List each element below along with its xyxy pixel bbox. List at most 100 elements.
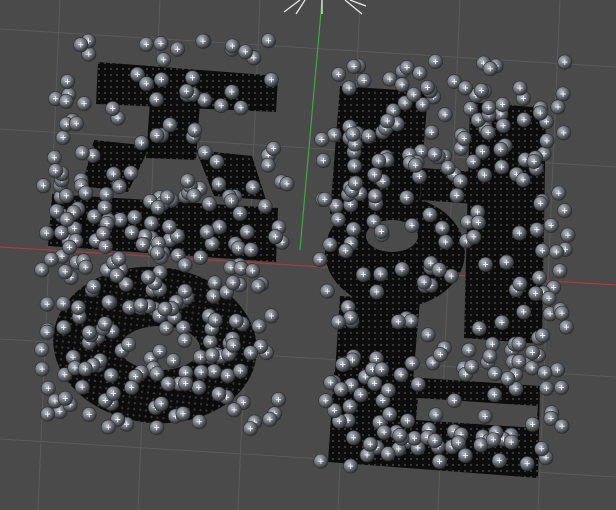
particle-sphere [410,376,426,392]
particle-sphere [503,434,519,450]
particle-sphere [555,86,571,102]
particle-sphere [534,243,550,259]
particle-sphere [330,314,346,330]
particle-sphere [245,263,261,279]
3d-viewport[interactable] [0,0,616,510]
particle-sphere [431,453,447,469]
particle-sphere [376,424,392,440]
particle-sphere [97,239,113,255]
particle-sphere [59,74,75,90]
particle-sphere [279,176,295,192]
particle-sphere [179,83,195,99]
particle-sphere [560,227,576,243]
particle-sphere [225,275,241,291]
particle-sphere [239,224,255,240]
particle-sphere [379,113,395,129]
particle-sphere [515,172,531,188]
particle-sphere [403,313,419,329]
particle-sphere [149,420,165,436]
particle-sphere [193,250,209,266]
particle-sphere [150,245,166,261]
particle-sphere [140,269,156,285]
particle-sphere [74,145,90,161]
particle-sphere [153,396,169,412]
particle-sphere [422,207,438,223]
particle-sphere [446,393,462,409]
particle-sphere [56,319,72,335]
particle-sphere [127,209,143,225]
particle-sphere [224,38,240,54]
particle-sphere [204,347,220,363]
particle-sphere [109,267,125,283]
particle-sphere [70,299,86,315]
particle-sphere [361,128,377,144]
particle-sphere [267,229,283,245]
particle-sphere [263,308,279,324]
particle-sphere [341,80,357,96]
particle-sphere [111,251,127,267]
particle-sphere [243,345,259,361]
particle-sphere [477,256,493,272]
particle-sphere [473,83,489,99]
particle-sphere [232,363,248,379]
particle-sphere [197,144,213,160]
particle-sphere [81,325,97,341]
particle-sphere [345,430,361,446]
particle-sphere [187,122,203,138]
particle-sphere [491,452,507,468]
viewport-canvas[interactable] [0,0,616,510]
particle-sphere [424,124,440,140]
particle-sphere [399,59,415,75]
particle-sphere [34,342,50,358]
particle-sphere [180,173,196,189]
particle-sphere [315,153,331,169]
particle-sphere [148,92,164,108]
particle-sphere [135,236,151,252]
particle-sphere [133,297,149,313]
particle-sphere [431,262,447,278]
particle-sphere [449,188,465,204]
particle-sphere [404,218,420,234]
particle-sphere [498,254,514,270]
particle-sphere [416,274,432,290]
particle-sphere [270,392,286,408]
particle-sphere [476,167,492,183]
particle-sphere [213,98,229,114]
particle-sphere [548,244,564,260]
particle-sphere [480,125,496,141]
particle-sphere [373,266,389,282]
particle-sphere [512,80,528,96]
particle-sphere [121,336,137,352]
particle-sphere [494,159,510,175]
particle-sphere [95,226,111,242]
particle-sphere [103,367,119,383]
particle-sphere [314,132,330,148]
particle-sphere [541,290,557,306]
particle-sphere [156,52,172,68]
particle-sphere [319,283,335,299]
particle-sphere [263,72,279,88]
particle-sphere [399,413,415,429]
particle-sphere [138,76,154,92]
particle-sphere [539,133,555,149]
particle-sphere [537,365,553,381]
particle-sphere [195,33,211,49]
particle-sphere [124,224,140,240]
sun-light-icon[interactable] [283,0,367,15]
particle-sphere [76,96,92,112]
particle-sphere [191,414,207,430]
particle-sphere [557,203,573,219]
particle-sphere [552,263,568,279]
particle-sphere [177,257,193,273]
particle-sphere [149,366,165,382]
particle-sphere [205,288,221,304]
y-axis-line [299,0,323,251]
particle-sphere [123,165,139,181]
particle-sphere [202,334,218,350]
particle-sphere [97,316,113,332]
particle-sphere [355,266,371,282]
particle-sphere [353,387,369,403]
particle-sphere [529,222,545,238]
particle-sphere [86,278,102,294]
particle-sphere [440,160,456,176]
